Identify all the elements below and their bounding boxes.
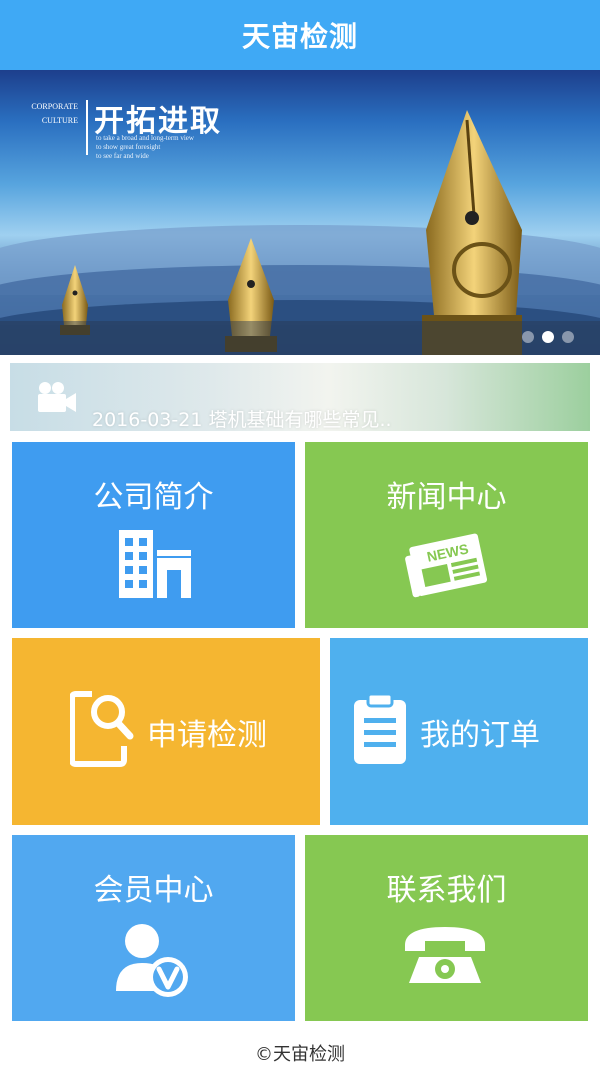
tile-member-center[interactable]: 会员中心 xyxy=(12,835,295,1021)
tile-label: 申请检测 xyxy=(147,718,267,753)
telephone-icon xyxy=(405,927,485,983)
tile-my-orders[interactable]: 我的订单 xyxy=(330,638,588,825)
banner-caption-strip xyxy=(0,321,600,355)
news-ticker[interactable]: 2016-03-21 塔机基础有哪些常见.. xyxy=(10,363,590,431)
tile-news-center[interactable]: 新闻中心 NEWS xyxy=(305,442,588,628)
tile-label: 公司简介 xyxy=(93,480,214,515)
building-icon xyxy=(119,530,191,598)
footer-copyright: ©天宙检测 xyxy=(255,1044,345,1065)
carousel-dot[interactable] xyxy=(522,331,534,343)
tile-label: 会员中心 xyxy=(93,873,214,908)
tile-company-profile[interactable]: 公司简介 xyxy=(12,442,295,628)
tile-apply-inspection[interactable]: 申请检测 xyxy=(12,638,320,825)
member-verified-icon xyxy=(116,924,188,997)
carousel-dot-active[interactable] xyxy=(542,331,554,343)
banner-corporate-text: CORPORATE CULTURE xyxy=(31,102,78,125)
banner-carousel[interactable]: CORPORATE CULTURE 开拓进取 to take a broad a… xyxy=(0,70,600,355)
tile-label: 新闻中心 xyxy=(386,480,507,515)
document-search-icon xyxy=(70,691,134,767)
tile-label: 我的订单 xyxy=(420,718,540,753)
newspaper-icon: NEWS xyxy=(405,533,488,598)
carousel-indicators xyxy=(522,331,574,343)
tile-contact-us[interactable]: 联系我们 xyxy=(305,835,588,1021)
carousel-dot[interactable] xyxy=(562,331,574,343)
tile-label: 联系我们 xyxy=(386,873,507,908)
pen-nib-icon xyxy=(422,110,522,355)
banner-slogan-sub: to take a broad and long-term view to sh… xyxy=(96,134,194,160)
news-headline[interactable]: 2016-03-21 塔机基础有哪些常见.. xyxy=(92,405,392,431)
clipboard-icon xyxy=(354,692,406,764)
video-camera-icon xyxy=(38,382,76,412)
banner-divider xyxy=(86,100,88,155)
page-title: 天宙检测 xyxy=(241,20,358,53)
app-header: 天宙检测 xyxy=(0,0,600,70)
